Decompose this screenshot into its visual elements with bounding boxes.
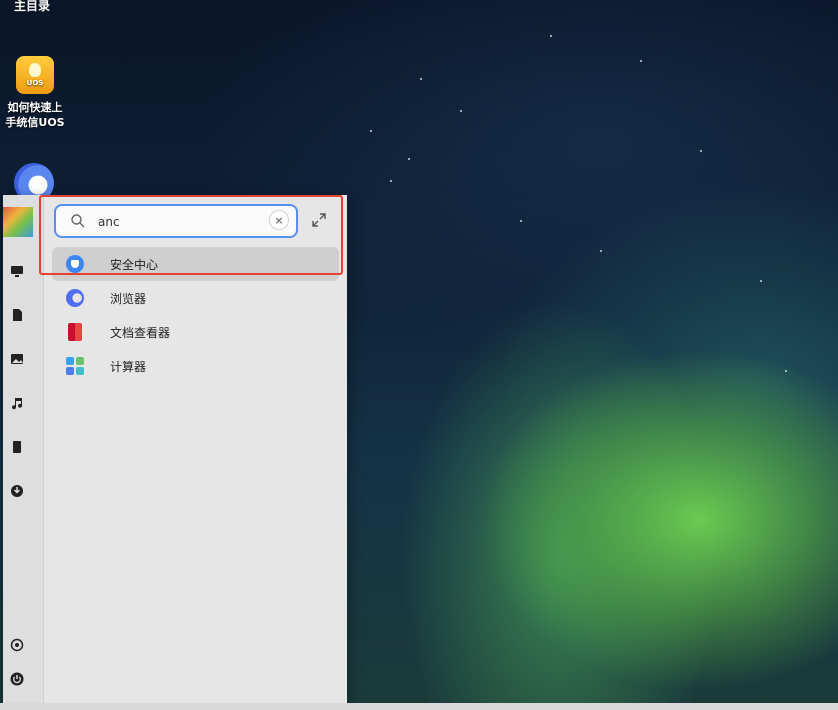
uos-guide-label-line2: 手统信UOS — [5, 116, 65, 129]
videos-icon[interactable] — [9, 439, 25, 455]
calculator-icon — [64, 355, 86, 377]
home-folder-label[interactable]: 主目录 — [14, 0, 50, 14]
downloads-icon[interactable] — [9, 483, 25, 499]
clear-search-button[interactable]: × — [270, 211, 288, 229]
result-item-browser[interactable]: 浏览器 — [52, 281, 339, 315]
app-launcher: × 安全中心 浏览器 文档查看器 计算器 — [3, 195, 347, 705]
result-item-calculator[interactable]: 计算器 — [52, 349, 339, 383]
uos-guide-desktop-icon[interactable]: UOS 如何快速上 手统信UOS — [0, 56, 70, 130]
browser-icon — [64, 287, 86, 309]
computer-icon[interactable] — [9, 263, 25, 279]
settings-icon[interactable] — [9, 637, 25, 653]
music-icon[interactable] — [9, 395, 25, 411]
search-input[interactable] — [96, 210, 260, 234]
search-results-list: 安全中心 浏览器 文档查看器 计算器 — [52, 247, 339, 383]
pictures-icon[interactable] — [9, 351, 25, 367]
result-label: 计算器 — [110, 359, 147, 374]
power-icon[interactable] — [9, 671, 25, 687]
documents-icon[interactable] — [9, 307, 25, 323]
result-label: 文档查看器 — [110, 325, 171, 340]
result-item-document-viewer[interactable]: 文档查看器 — [52, 315, 339, 349]
result-item-security-center[interactable]: 安全中心 — [52, 247, 339, 281]
security-center-icon — [64, 253, 86, 275]
fullscreen-toggle-icon[interactable] — [310, 211, 328, 229]
user-avatar[interactable] — [3, 207, 33, 237]
taskbar — [0, 703, 838, 710]
search-box[interactable]: × — [54, 204, 298, 238]
launcher-main: × 安全中心 浏览器 文档查看器 计算器 — [44, 195, 347, 705]
document-viewer-icon — [64, 321, 86, 343]
uos-guide-label-line1: 如何快速上 — [7, 101, 63, 114]
result-label: 安全中心 — [110, 257, 159, 272]
launcher-sidebar — [3, 195, 44, 705]
uos-guide-icon: UOS — [16, 56, 54, 94]
result-label: 浏览器 — [110, 291, 147, 306]
uos-guide-tile-text: UOS — [26, 79, 44, 87]
search-icon — [71, 214, 85, 228]
